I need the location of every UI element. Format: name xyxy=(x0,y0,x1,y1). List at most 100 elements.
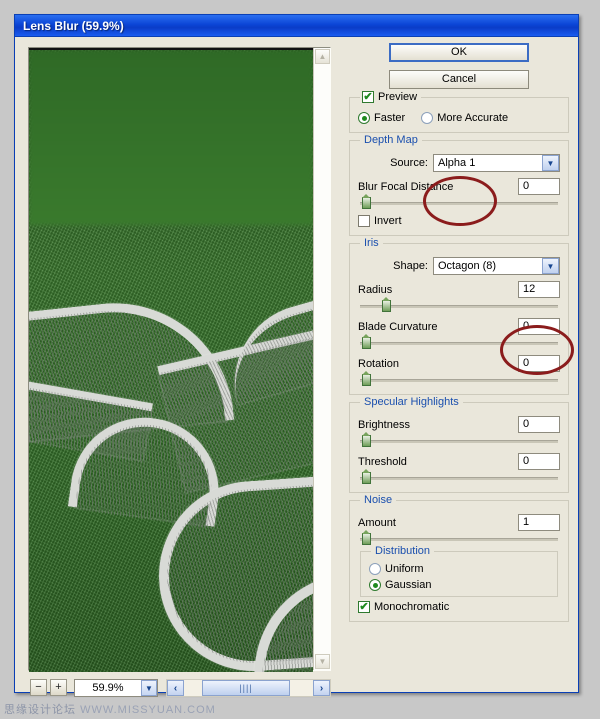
preview-checkbox-label: Preview xyxy=(378,91,418,103)
controls-panel: OK Cancel ✔ Preview Faster More Accurate xyxy=(345,43,573,622)
watermark-chinese: 思缘设计论坛 xyxy=(4,704,76,716)
scroll-thumb-grip: |||| xyxy=(239,683,253,693)
radio-gaussian[interactable] xyxy=(369,579,381,591)
radio-uniform-label: Uniform xyxy=(385,563,424,575)
chevron-down-icon[interactable]: ▼ xyxy=(141,680,157,696)
monochromatic-checkbox[interactable]: ✔ Monochromatic xyxy=(358,601,560,613)
rotation-slider[interactable] xyxy=(358,371,560,386)
source-value: Alpha 1 xyxy=(438,157,476,169)
preview-horizontal-scrollbar[interactable]: ‹ |||| › xyxy=(166,679,331,697)
amount-input[interactable]: 1 xyxy=(518,514,560,531)
radio-more-accurate-label: More Accurate xyxy=(437,112,509,124)
brightness-slider[interactable] xyxy=(358,432,560,447)
distribution-group: Distribution Uniform Gaussian xyxy=(360,545,558,597)
radio-gaussian-label: Gaussian xyxy=(385,579,432,591)
noise-group: Noise Amount 1 Distribution Uniform Gaus… xyxy=(349,494,569,622)
scroll-left-icon[interactable]: ‹ xyxy=(167,680,184,696)
source-combobox[interactable]: Alpha 1 ▼ xyxy=(433,154,560,172)
checkbox-box xyxy=(358,215,370,227)
source-label: Source: xyxy=(390,157,428,169)
specular-highlights-group: Specular Highlights Brightness 0 Thresho… xyxy=(349,396,569,493)
watermark-url: WWW.MISSYUAN.COM xyxy=(80,704,216,716)
watermark: 思缘设计论坛 WWW.MISSYUAN.COM xyxy=(4,701,216,717)
brightness-input[interactable]: 0 xyxy=(518,416,560,433)
monochromatic-label: Monochromatic xyxy=(374,601,450,613)
blade-curvature-slider[interactable] xyxy=(358,334,560,349)
invert-checkbox[interactable]: Invert xyxy=(358,215,560,227)
blur-focal-distance-label: Blur Focal Distance xyxy=(358,180,454,193)
zoom-level-value: 59.9% xyxy=(92,682,124,694)
slider-track xyxy=(360,538,558,541)
blade-curvature-label: Blade Curvature xyxy=(358,320,438,333)
check-icon: ✔ xyxy=(358,600,370,613)
slider-thumb[interactable] xyxy=(362,194,372,209)
radio-faster-label: Faster xyxy=(374,112,406,124)
radio-faster[interactable] xyxy=(358,112,370,124)
iris-legend: Iris xyxy=(360,237,383,249)
radio-uniform-row[interactable]: Uniform xyxy=(369,563,549,575)
slider-thumb[interactable] xyxy=(382,297,392,312)
slider-thumb[interactable] xyxy=(362,371,372,386)
threshold-slider[interactable] xyxy=(358,469,560,484)
scroll-right-icon[interactable]: › xyxy=(313,680,330,696)
radio-gaussian-row[interactable]: Gaussian xyxy=(369,579,549,591)
invert-label: Invert xyxy=(374,215,402,227)
depth-map-legend: Depth Map xyxy=(360,134,422,146)
zoom-in-button[interactable]: + xyxy=(50,679,67,696)
blade-curvature-input[interactable]: 0 xyxy=(518,318,560,335)
slider-track xyxy=(360,342,558,345)
cancel-button[interactable]: Cancel xyxy=(389,70,529,89)
blurred-background-region xyxy=(29,50,313,225)
slider-thumb[interactable] xyxy=(362,530,372,545)
lens-blur-dialog: Lens Blur (59.9%) ▲ ▼ − + 59.9% ▼ ‹ ||||… xyxy=(14,14,579,697)
scroll-down-icon[interactable]: ▼ xyxy=(315,654,330,669)
horizontal-scroll-thumb[interactable]: |||| xyxy=(202,680,290,696)
rotation-label: Rotation xyxy=(358,357,399,370)
amount-slider[interactable] xyxy=(358,530,560,545)
chevron-down-icon[interactable]: ▼ xyxy=(542,155,559,171)
preview-area: ▲ ▼ xyxy=(28,47,331,672)
chevron-down-icon[interactable]: ▼ xyxy=(542,258,559,274)
slider-track xyxy=(360,440,558,443)
slider-track xyxy=(360,202,558,205)
slider-thumb[interactable] xyxy=(362,432,372,447)
zoom-level-combobox[interactable]: 59.9% ▼ xyxy=(74,679,158,697)
specular-highlights-legend: Specular Highlights xyxy=(360,396,463,408)
noise-legend: Noise xyxy=(360,494,397,506)
horizontal-scroll-track[interactable]: |||| xyxy=(184,680,313,696)
radio-uniform[interactable] xyxy=(369,563,381,575)
distribution-legend: Distribution xyxy=(371,545,435,557)
rotation-input[interactable]: 0 xyxy=(518,355,560,372)
preview-image[interactable] xyxy=(29,48,313,672)
threshold-input[interactable]: 0 xyxy=(518,453,560,470)
dialog-body: ▲ ▼ − + 59.9% ▼ ‹ |||| › OK Cancel ✔ Pre… xyxy=(15,37,578,697)
depth-map-group: Depth Map Source: Alpha 1 ▼ Blur Focal D… xyxy=(349,134,569,236)
preview-vertical-scrollbar[interactable]: ▲ ▼ xyxy=(313,48,330,670)
shape-label: Shape: xyxy=(393,260,428,272)
radius-slider[interactable] xyxy=(358,297,560,312)
shape-value: Octagon (8) xyxy=(438,260,497,272)
zoom-toolbar: − + 59.9% ▼ ‹ |||| › xyxy=(28,677,331,699)
radio-more-accurate[interactable] xyxy=(421,112,434,124)
zoom-out-button[interactable]: − xyxy=(30,679,47,696)
threshold-label: Threshold xyxy=(358,455,407,468)
slider-track xyxy=(360,379,558,382)
window-title: Lens Blur (59.9%) xyxy=(23,18,124,33)
ok-button[interactable]: OK xyxy=(389,43,529,62)
preview-checkbox[interactable]: ✔ Preview xyxy=(360,90,422,103)
check-icon: ✔ xyxy=(362,90,374,103)
blur-focal-distance-input[interactable]: 0 xyxy=(518,178,560,195)
preview-options-group: ✔ Preview Faster More Accurate xyxy=(349,91,569,133)
radius-label: Radius xyxy=(358,283,393,296)
radius-input[interactable]: 12 xyxy=(518,281,560,298)
slider-thumb[interactable] xyxy=(362,334,372,349)
iris-group: Iris Shape: Octagon (8) ▼ Radius 12 Blad… xyxy=(349,237,569,395)
blur-focal-distance-slider[interactable] xyxy=(358,194,560,209)
scroll-up-icon[interactable]: ▲ xyxy=(315,49,330,64)
brightness-label: Brightness xyxy=(358,418,410,431)
shape-combobox[interactable]: Octagon (8) ▼ xyxy=(433,257,560,275)
title-bar[interactable]: Lens Blur (59.9%) xyxy=(15,15,578,37)
slider-thumb[interactable] xyxy=(362,469,372,484)
slider-track xyxy=(360,477,558,480)
amount-label: Amount xyxy=(358,516,396,529)
